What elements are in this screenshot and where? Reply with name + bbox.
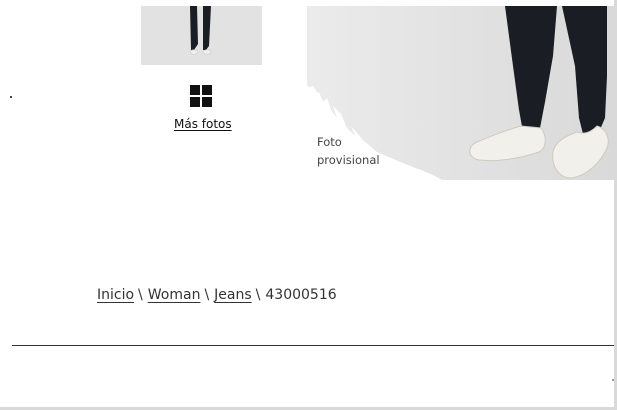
- breadcrumb-separator: \: [204, 287, 210, 303]
- breadcrumb-separator: \: [255, 287, 261, 303]
- stray-dot: [10, 96, 12, 98]
- breadcrumb-link-inicio[interactable]: Inicio: [97, 287, 134, 303]
- section-divider: [12, 345, 614, 346]
- breadcrumb-link-jeans[interactable]: Jeans: [214, 287, 252, 303]
- stray-mark: [612, 379, 614, 381]
- breadcrumb: Inicio \ Woman \ Jeans \ 43000516: [97, 287, 337, 303]
- gallery-thumbnail[interactable]: [141, 6, 262, 65]
- placeholder-caption: Foto provisional: [317, 133, 380, 169]
- more-photos-link[interactable]: Más fotos: [174, 117, 232, 131]
- breadcrumb-current: 43000516: [265, 287, 337, 303]
- breadcrumb-separator: \: [138, 287, 143, 303]
- grid-icon[interactable]: [190, 85, 213, 108]
- placeholder-caption-line1: Foto: [317, 135, 342, 149]
- thumbnail-image: [141, 6, 262, 65]
- placeholder-caption-line2: provisional: [317, 153, 380, 167]
- breadcrumb-link-woman[interactable]: Woman: [148, 287, 201, 303]
